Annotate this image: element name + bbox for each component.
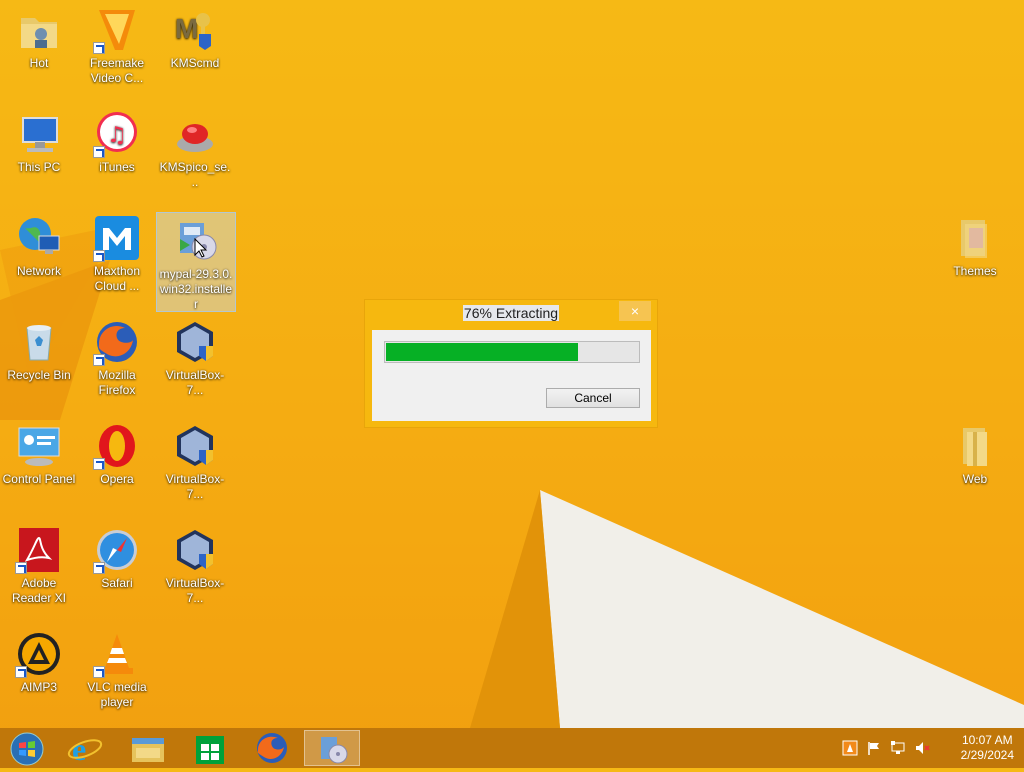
taskbar: e 10:07 AM 2/29/2024 <box>0 728 1024 768</box>
shortcut-arrow-icon <box>93 458 105 470</box>
desktop-icon-opera[interactable]: Opera <box>78 418 156 487</box>
folder-icon <box>951 422 999 470</box>
desktop-icon-freemake[interactable]: Freemake Video C... <box>78 2 156 86</box>
dialog-body: Cancel <box>372 330 651 421</box>
safari-compass-icon <box>93 526 141 574</box>
folder-icon <box>15 6 63 54</box>
itunes-icon: ♫ <box>93 110 141 158</box>
desktop-icon-kmscmd[interactable]: M KMScmd <box>156 2 234 71</box>
clock-date: 2/29/2024 <box>960 748 1014 762</box>
desktop-icon-recycle-bin[interactable]: Recycle Bin <box>0 314 78 383</box>
desktop-icon-themes[interactable]: Themes <box>936 210 1014 279</box>
desktop-icon-maxthon[interactable]: Maxthon Cloud ... <box>78 210 156 294</box>
svg-text:M: M <box>175 13 198 44</box>
taskbar-mypal-installer[interactable] <box>304 730 360 766</box>
desktop-icon-vlc[interactable]: VLC media player <box>78 626 156 710</box>
dialog-title: 76% Extracting <box>462 305 560 321</box>
desktop-icon-adobe-reader[interactable]: Adobe Reader XI <box>0 522 78 606</box>
desktop-icon-virtualbox-3[interactable]: VirtualBox-7... <box>156 522 234 606</box>
shortcut-arrow-icon <box>93 562 105 574</box>
file-explorer-icon <box>132 738 164 762</box>
mouse-cursor-icon <box>194 238 208 258</box>
tray-app-icon[interactable] <box>842 740 858 756</box>
clock-time: 10:07 AM <box>961 733 1013 747</box>
adobe-reader-icon <box>15 526 63 574</box>
progress-fill <box>386 343 578 361</box>
svg-text:♫: ♫ <box>107 123 127 148</box>
close-icon: × <box>630 303 640 319</box>
vlc-cone-icon <box>93 630 141 678</box>
cancel-button[interactable]: Cancel <box>546 388 640 408</box>
progress-bar <box>384 341 640 363</box>
network-globe-icon <box>15 214 63 262</box>
shortcut-arrow-icon <box>93 666 105 678</box>
system-tray: 10:07 AM 2/29/2024 <box>834 728 1024 768</box>
volume-muted-icon[interactable] <box>914 740 930 756</box>
extraction-dialog: 76% Extracting × Cancel <box>364 299 658 428</box>
virtualbox-cube-icon <box>171 526 219 574</box>
start-button[interactable] <box>0 730 56 766</box>
firefox-icon <box>257 733 287 763</box>
virtualbox-cube-icon <box>171 318 219 366</box>
taskbar-file-explorer[interactable] <box>120 730 176 766</box>
shortcut-arrow-icon <box>93 354 105 366</box>
folder-icon <box>951 214 999 262</box>
shortcut-arrow-icon <box>93 146 105 158</box>
action-center-flag-icon[interactable] <box>866 740 882 756</box>
aimp-icon <box>15 630 63 678</box>
desktop-icon-safari[interactable]: Safari <box>78 522 156 591</box>
desktop-icon-control-panel[interactable]: Control Panel <box>0 418 78 487</box>
opera-icon <box>93 422 141 470</box>
freemake-icon <box>93 6 141 54</box>
close-button[interactable]: × <box>619 301 651 321</box>
desktop-icon-hot[interactable]: Hot <box>0 2 78 71</box>
taskbar-internet-explorer[interactable]: e <box>58 730 114 767</box>
desktop-icon-network[interactable]: Network <box>0 210 78 279</box>
desktop-icon-virtualbox-2[interactable]: VirtualBox-7... <box>156 418 234 502</box>
network-icon[interactable] <box>890 740 906 756</box>
shortcut-arrow-icon <box>93 250 105 262</box>
installer-icon <box>321 737 348 764</box>
windows-start-icon <box>10 732 44 766</box>
control-panel-icon <box>15 422 63 470</box>
store-icon <box>196 736 224 764</box>
desktop-icon-this-pc[interactable]: This PC <box>0 106 78 175</box>
taskbar-store[interactable] <box>182 730 238 766</box>
desktop-icon-firefox[interactable]: Mozilla Firefox <box>78 314 156 398</box>
virtualbox-cube-icon <box>171 422 219 470</box>
shortcut-arrow-icon <box>15 666 27 678</box>
computer-icon <box>15 110 63 158</box>
desktop-icon-web[interactable]: Web <box>936 418 1014 487</box>
shortcut-arrow-icon <box>93 42 105 54</box>
desktop-icon-virtualbox-1[interactable]: VirtualBox-7... <box>156 314 234 398</box>
svg-text:e: e <box>72 731 86 766</box>
desktop-icon-kmspico[interactable]: KMSpico_se... <box>156 106 234 190</box>
desktop-icon-mypal-installer[interactable]: mypal-29.3.0.win32.installer <box>156 212 236 312</box>
maxthon-icon <box>93 214 141 262</box>
desktop-icon-itunes[interactable]: ♫ iTunes <box>78 106 156 175</box>
internet-explorer-icon: e <box>67 731 103 767</box>
shortcut-arrow-icon <box>15 562 27 574</box>
recycle-bin-icon <box>15 318 63 366</box>
kms-key-icon: M <box>171 6 219 54</box>
firefox-icon <box>93 318 141 366</box>
clock[interactable]: 10:07 AM 2/29/2024 <box>961 733 1014 763</box>
red-button-icon <box>171 110 219 158</box>
taskbar-firefox[interactable] <box>244 730 300 766</box>
desktop-icon-aimp3[interactable]: AIMP3 <box>0 626 78 695</box>
